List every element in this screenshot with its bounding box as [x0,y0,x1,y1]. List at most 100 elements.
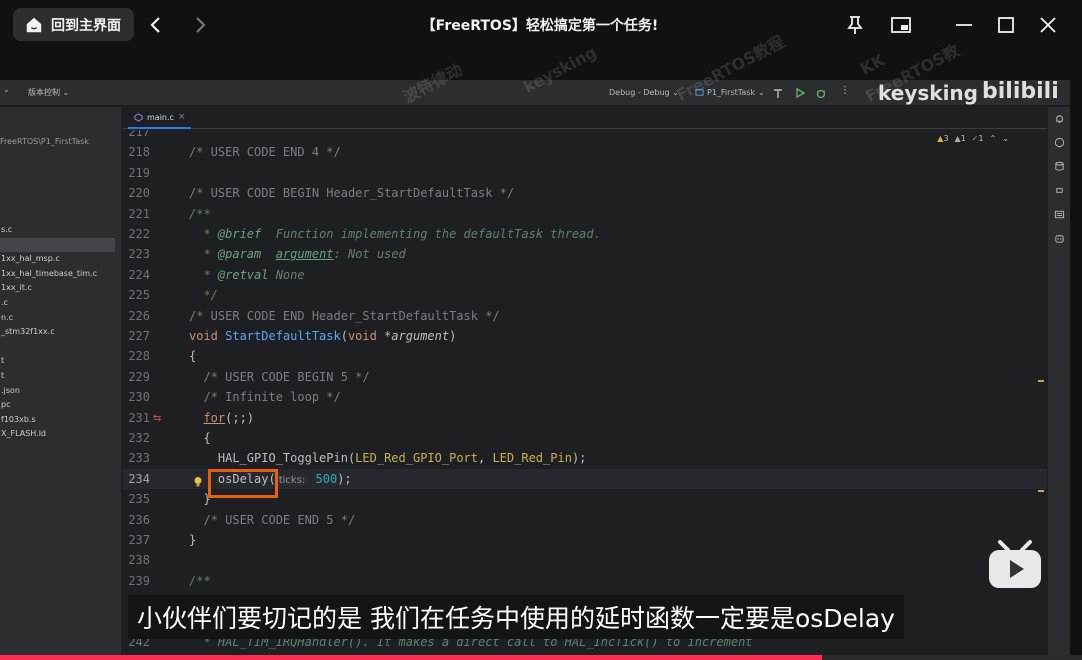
code-token: */ [189,288,218,303]
code-line[interactable]: 221 /** [123,204,1047,225]
code-token: /* USER CODE BEGIN Header_StartDefaultTa… [189,186,515,201]
file-item[interactable]: pc [0,398,115,412]
file-item[interactable]: .c [0,296,115,310]
file-item[interactable]: .json [0,384,115,398]
implements-marker-icon[interactable]: ⇆ [153,413,161,424]
build-hammer-icon[interactable] [772,87,784,99]
tab-close-icon[interactable]: × [178,112,186,122]
code-line[interactable]: 218 /* USER CODE END 4 */ [123,142,1047,163]
code-line[interactable]: 238 [123,550,1047,571]
code-line[interactable]: 219 [123,163,1047,184]
close-icon[interactable] [1037,14,1059,36]
file-item[interactable]: n.c [0,311,115,325]
line-number[interactable]: 230 [123,387,150,408]
notifications-icon[interactable] [1054,113,1065,124]
line-number[interactable]: 220 [123,183,150,204]
code-line[interactable]: 232 { [123,428,1047,449]
code-line[interactable]: 229 /* USER CODE BEGIN 5 */ [123,367,1047,388]
code-line[interactable]: 225 */ [123,285,1047,306]
code-line[interactable]: 223 * @param argument: Not used [123,244,1047,265]
run-config-select[interactable]: Debug - Debug ⌄ [609,88,679,97]
code-token: StartDefaultTask [225,329,341,343]
scrollbar-warning-marker[interactable] [1038,380,1044,382]
back-arrow-icon[interactable] [146,15,166,35]
file-item[interactable]: t [0,354,115,368]
line-number[interactable]: 232 [123,428,150,449]
run-icon[interactable] [794,87,806,99]
line-number[interactable]: 217 [123,130,150,143]
code-line[interactable]: 228 { [123,346,1047,367]
line-number[interactable]: 222 [123,224,150,245]
code-line[interactable]: 230 /* Infinite loop */ [123,387,1047,408]
code-token: @brief [217,227,262,241]
code-line[interactable]: 233 HAL_GPIO_TogglePin(LED_Red_GPIO_Port… [123,448,1047,469]
line-number[interactable]: 226 [123,306,150,327]
mini-player-icon[interactable] [890,14,912,36]
ai-chat-icon[interactable] [1054,137,1065,148]
file-item[interactable]: X_FLASH.ld [0,427,115,441]
vcs-menu[interactable]: 版本控制 ⌄ [28,87,69,98]
line-number[interactable]: 227 [123,326,150,347]
line-number[interactable]: 218 [123,142,150,163]
code-line[interactable]: 236 /* USER CODE END 5 */ [123,510,1047,531]
code-line[interactable]: 217 [123,130,1047,143]
code-text: void StartDefaultTask(void *argument) [189,326,456,347]
more-options-icon[interactable]: ⋮ [840,85,850,96]
line-number[interactable]: 224 [123,265,150,286]
file-item[interactable]: _stm32f1xx.c [0,325,115,339]
line-number[interactable]: 233 [123,448,150,469]
code-line[interactable]: 237} [123,530,1047,551]
database-icon[interactable] [1054,161,1065,172]
minimize-icon[interactable] [953,14,975,36]
scrollbar-warning-marker[interactable] [1038,490,1044,492]
home-button[interactable]: 回到主界面 [13,8,134,41]
code-line[interactable]: 222 * @brief Function implementing the d… [123,224,1047,245]
pin-icon[interactable] [844,14,866,36]
file-item[interactable]: 1xx_it.c [0,281,115,295]
line-number[interactable]: 221 [123,204,150,225]
file-item[interactable]: s.c [0,223,115,237]
file-item[interactable]: 1xx_hal_msp.c [0,252,115,266]
code-text: { [189,428,210,449]
python-icon[interactable] [1054,185,1065,196]
progress-fill[interactable] [0,655,823,660]
file-item[interactable]: 1xx_hal_timebase_tim.c [0,267,115,281]
line-number[interactable]: 235 [123,489,150,510]
line-number[interactable]: 234 [123,469,150,490]
player-title-bar: 回到主界面 【FreeRTOS】轻松搞定第一个任务! [0,0,1082,50]
lightbulb-icon[interactable] [193,476,203,488]
code-editor[interactable]: ▲3 ▲1 ✓1 ⌃ ⌄ 217 218/* USER CODE END 4 */… [123,130,1047,655]
bilibili-tv-icon[interactable] [986,538,1044,590]
code-token: @param [217,247,262,262]
line-number[interactable]: 231 [123,408,150,429]
line-number[interactable]: 228 [123,346,150,367]
line-number[interactable]: 239 [123,571,150,592]
code-token: HAL_GPIO_TogglePin( [189,451,356,466]
line-number[interactable]: 238 [123,550,150,571]
line-number[interactable]: 236 [123,510,150,531]
debug-bug-icon[interactable] [815,87,827,99]
c-file-icon [134,112,143,122]
line-number[interactable]: 229 [123,367,150,388]
line-number[interactable]: 225 [123,285,150,306]
assistant-icon[interactable] [1054,233,1065,244]
code-line[interactable]: 227 void StartDefaultTask(void *argument) [123,326,1047,347]
chevron-down-icon[interactable]: ⌄ [3,85,10,94]
code-token: argument [391,329,450,343]
line-number[interactable]: 237 [123,530,150,551]
maximize-icon[interactable] [995,14,1017,36]
file-item[interactable]: f103xb.s [0,413,115,427]
line-number[interactable]: 223 [123,244,150,265]
peripherals-icon[interactable] [1054,209,1065,220]
code-line[interactable]: 239 /** [123,571,1047,592]
code-line[interactable]: 231 for(;;) [123,408,1047,429]
tab-main-c[interactable]: main.c × [128,107,192,129]
code-line[interactable]: 226 /* USER CODE END Header_StartDefaultT… [123,306,1047,327]
line-number[interactable]: 219 [123,163,150,184]
code-line[interactable]: 224 * @retval None [123,265,1047,286]
file-item[interactable] [0,340,115,354]
file-item[interactable]: t [0,369,115,383]
forward-arrow-icon[interactable] [190,15,210,35]
code-line[interactable]: 220 /* USER CODE BEGIN Header_StartDefaul… [123,183,1047,204]
file-item[interactable] [0,237,115,252]
